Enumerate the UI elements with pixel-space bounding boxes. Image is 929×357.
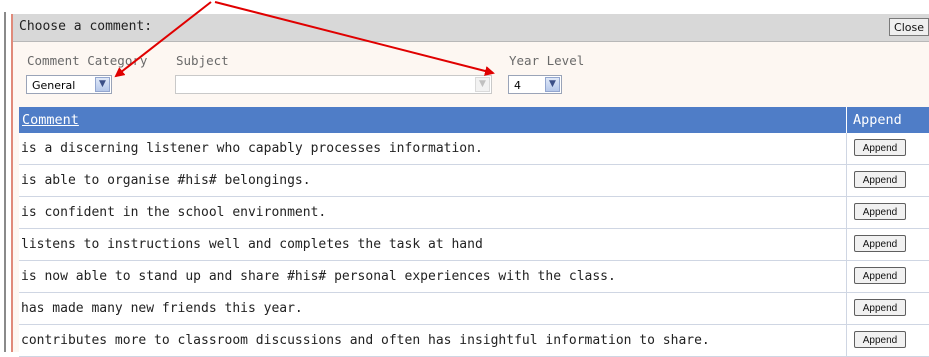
table-row: contributes more to classroom discussion…	[19, 325, 929, 357]
table-row: listens to instructions well and complet…	[19, 229, 929, 261]
comment-dialog: Choose a comment: Close Comment Category…	[11, 14, 929, 357]
append-cell: Append	[846, 229, 929, 260]
category-label: Comment Category	[27, 53, 148, 68]
append-column-header: Append	[846, 107, 929, 133]
comment-text: is able to organise #his# belongings.	[21, 173, 311, 188]
comment-text: is confident in the school environment.	[21, 205, 327, 220]
comment-list: is a discerning listener who capably pro…	[19, 133, 929, 357]
append-button[interactable]: Append	[854, 139, 906, 156]
append-button[interactable]: Append	[854, 267, 906, 284]
comment-column-header[interactable]: Comment	[22, 112, 79, 128]
table-header: Comment Append	[19, 107, 929, 133]
table-row: is a discerning listener who capably pro…	[19, 133, 929, 165]
category-value: General	[32, 79, 76, 92]
comment-text: listens to instructions well and complet…	[21, 237, 483, 252]
append-cell: Append	[846, 293, 929, 324]
chevron-down-icon[interactable]: ▼	[475, 77, 490, 92]
close-button[interactable]: Close	[889, 18, 929, 36]
comment-text: is now able to stand up and share #his# …	[21, 269, 616, 284]
table-row: has made many new friends this year. App…	[19, 293, 929, 325]
chevron-down-icon[interactable]: ▼	[95, 77, 110, 92]
append-button[interactable]: Append	[854, 299, 906, 316]
year-level-select[interactable]: 4 ▼	[508, 75, 562, 94]
chevron-down-icon[interactable]: ▼	[545, 77, 560, 92]
subject-select[interactable]: ▼	[175, 75, 492, 94]
table-row: is confident in the school environment. …	[19, 197, 929, 229]
append-column-label: Append	[853, 112, 902, 128]
append-button[interactable]: Append	[854, 331, 906, 348]
append-button[interactable]: Append	[854, 235, 906, 252]
year-level-label: Year Level	[509, 53, 585, 68]
table-row: is now able to stand up and share #his# …	[19, 261, 929, 293]
append-cell: Append	[846, 325, 929, 356]
comment-text: is a discerning listener who capably pro…	[21, 141, 483, 156]
append-cell: Append	[846, 133, 929, 164]
top-strip	[0, 0, 929, 12]
category-select[interactable]: General ▼	[26, 75, 112, 94]
comment-text: has made many new friends this year.	[21, 301, 303, 316]
append-button[interactable]: Append	[854, 171, 906, 188]
table-row: is able to organise #his# belongings. Ap…	[19, 165, 929, 197]
append-cell: Append	[846, 261, 929, 292]
year-level-value: 4	[514, 79, 521, 92]
subject-label: Subject	[176, 53, 229, 68]
window-edge	[4, 0, 6, 352]
dialog-header: Choose a comment: Close	[13, 14, 929, 42]
append-cell: Append	[846, 197, 929, 228]
append-cell: Append	[846, 165, 929, 196]
comment-text: contributes more to classroom discussion…	[21, 333, 710, 348]
dialog-title: Choose a comment:	[19, 19, 153, 34]
append-button[interactable]: Append	[854, 203, 906, 220]
